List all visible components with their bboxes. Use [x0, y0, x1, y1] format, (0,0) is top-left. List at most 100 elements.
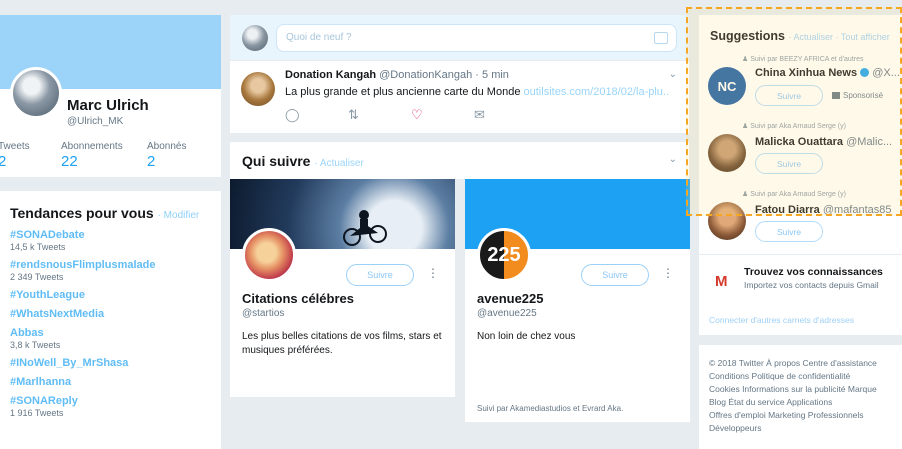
reply-icon[interactable]: ◯ — [285, 107, 348, 123]
tweet-author[interactable]: Donation Kangah — [285, 69, 376, 81]
tweet-avatar[interactable] — [241, 72, 275, 106]
find-contacts: M Trouvez vos connaissances Importez vos… — [699, 254, 902, 335]
refresh-link[interactable]: · Actualiser — [314, 158, 363, 169]
tweet-link[interactable]: outilsites.com/2018/02/la-plu... — [524, 86, 670, 98]
stat-followers[interactable]: Abonnés 2 — [147, 141, 186, 170]
user-card-avatar[interactable]: 225 — [477, 228, 531, 282]
trend-count: 1 916 Tweets — [10, 408, 64, 418]
trend-name: #SONADebate — [10, 229, 85, 241]
message-icon[interactable]: ✉ — [474, 107, 537, 123]
suggestion-name[interactable]: Malicka Ouattara @Malic... — [755, 136, 892, 148]
footer-line[interactable]: Blog État du service Applications — [709, 396, 902, 409]
stat-value: 22 — [61, 153, 78, 170]
tweet-handle[interactable]: @DonationKangah · 5 min — [379, 69, 509, 81]
stat-value: 2 — [147, 153, 156, 170]
trend-item[interactable]: #WhatsNextMedia — [10, 308, 221, 320]
stat-label: Tweets — [0, 141, 30, 152]
user-card-handle[interactable]: @avenue225 — [477, 308, 537, 319]
suggestions-card: Suggestions · Actualiser · Tout afficher… — [699, 15, 902, 335]
trend-name: #INoWell_By_MrShasa — [10, 357, 129, 369]
user-card[interactable]: 225 Suivre ⋮ avenue225 @avenue225 Non lo… — [465, 179, 690, 422]
chevron-down-icon[interactable]: ⌄ — [669, 154, 677, 165]
follow-button[interactable]: Suivre — [755, 85, 823, 106]
trend-name: Abbas — [10, 327, 44, 339]
suggestions-actions[interactable]: · Actualiser · Tout afficher — [789, 32, 890, 42]
more-options-icon[interactable]: ⋮ — [662, 266, 674, 280]
chevron-down-icon[interactable]: ⌄ — [669, 69, 677, 80]
user-card-avatar[interactable] — [242, 228, 296, 282]
trends-card: Tendances pour vous · Modifier #SONADeba… — [0, 191, 221, 449]
tweet-body: La plus grande et plus ancienne carte du… — [285, 86, 521, 98]
trend-count: 3,8 k Tweets — [10, 340, 61, 350]
suggestion-avatar[interactable] — [708, 134, 746, 172]
trend-count: 14,5 k Tweets — [10, 242, 66, 252]
profile-handle[interactable]: @Ulrich_MK — [67, 116, 123, 127]
who-to-follow-header: Qui suivre · Actualiser ⌄ — [230, 142, 689, 179]
user-card-name[interactable]: Citations célébres — [242, 291, 354, 306]
compose-placeholder: Quoi de neuf ? — [286, 31, 352, 43]
user-card-bio: Non loin de chez vous — [477, 331, 576, 342]
gmail-icon: M — [715, 273, 728, 290]
suggestion-context: ♟ Suivi par Aka Arnaud Serge (y) — [742, 191, 846, 198]
image-icon[interactable] — [654, 31, 668, 44]
footer-line[interactable]: Développeurs — [709, 422, 902, 435]
footer-line[interactable]: Cookies Informations sur la publicité Ma… — [709, 383, 902, 396]
footer-line[interactable]: Offres d'emploi Marketing Professionnels — [709, 409, 902, 422]
profile-name[interactable]: Marc Ulrich — [67, 97, 149, 114]
trends-header: Tendances pour vous · Modifier — [10, 205, 221, 221]
stat-value: 2 — [0, 153, 7, 170]
user-card[interactable]: Suivre ⋮ Citations célébres @startios Le… — [230, 179, 455, 397]
stat-following[interactable]: Abonnements 22 — [61, 141, 123, 170]
timeline: Quoi de neuf ? Donation Kangah @Donation… — [230, 15, 689, 133]
trends-change-link[interactable]: · Modifier — [158, 210, 200, 221]
trend-name: #WhatsNextMedia — [10, 308, 105, 320]
footer-line[interactable]: Conditions Politique de confidentialité — [709, 370, 902, 383]
trend-item[interactable]: #INoWell_By_MrShasa — [10, 357, 221, 369]
retweet-icon[interactable]: ⇅ — [348, 107, 411, 123]
follow-button[interactable]: Suivre — [755, 221, 823, 242]
compose-avatar — [242, 24, 268, 51]
suggestions-header: Suggestions · Actualiser · Tout afficher — [699, 15, 902, 43]
user-card-bio: Les plus belles citations de vos films, … — [242, 331, 442, 356]
trend-item[interactable]: #Marlhanna — [10, 376, 221, 388]
user-card-name[interactable]: avenue225 — [477, 291, 544, 306]
suggestion-context: ♟ Suivi par BEEZY AFRICA et d'autres — [742, 56, 864, 63]
profile-card: Marc Ulrich @Ulrich_MK Tweets 2 Abonneme… — [0, 15, 221, 177]
verified-badge-icon — [860, 68, 870, 77]
trend-name: #rendsnousFlimplusmalade — [10, 259, 156, 271]
suggestion-name[interactable]: Fatou Diarra @mafantas85 — [755, 204, 892, 216]
profile-avatar[interactable] — [10, 67, 62, 119]
follow-button[interactable]: Suivre — [346, 264, 414, 286]
footer-line[interactable]: © 2018 Twitter À propos Centre d'assista… — [709, 357, 902, 370]
who-to-follow: Qui suivre · Actualiser ⌄ Suivre ⋮ Citat… — [230, 142, 690, 449]
contacts-subtitle: Importez vos contacts depuis Gmail — [744, 280, 879, 290]
trend-item[interactable]: #SONADebate 14,5 k Tweets — [10, 229, 221, 252]
tweet-header: Donation Kangah @DonationKangah · 5 min — [285, 69, 677, 81]
who-to-follow-title: Qui suivre — [242, 153, 311, 169]
trend-item[interactable]: #rendsnousFlimplusmalade 2 349 Tweets — [10, 259, 221, 282]
follow-button[interactable]: Suivre — [755, 153, 823, 174]
trend-item[interactable]: #YouthLeague — [10, 289, 221, 301]
like-icon[interactable]: ♡ — [411, 107, 474, 123]
followed-by-text[interactable]: Suivi par Akamediastudios et Evrard Aka. — [477, 404, 623, 413]
sponsored-icon — [832, 92, 840, 99]
user-card-handle[interactable]: @startios — [242, 308, 284, 319]
more-options-icon[interactable]: ⋮ — [427, 266, 439, 280]
suggestion-avatar[interactable] — [708, 202, 746, 240]
tweet-text: La plus grande et plus ancienne carte du… — [285, 86, 670, 98]
compose-input[interactable]: Quoi de neuf ? — [276, 23, 677, 52]
suggestion-name[interactable]: China Xinhua News @X... — [755, 67, 900, 79]
trend-name: #Marlhanna — [10, 376, 72, 388]
follow-button[interactable]: Suivre — [581, 264, 649, 286]
suggestion-avatar[interactable]: NC — [708, 67, 746, 105]
trends-title: Tendances pour vous — [10, 205, 154, 221]
contacts-title[interactable]: Trouvez vos connaissances — [744, 266, 883, 278]
stat-tweets[interactable]: Tweets 2 — [0, 141, 30, 170]
trend-count: 2 349 Tweets — [10, 272, 64, 282]
stat-label: Abonnements — [61, 141, 123, 152]
trend-item[interactable]: Abbas 3,8 k Tweets — [10, 327, 221, 350]
contacts-link[interactable]: Connecter d'autres carnets d'adresses — [709, 315, 854, 325]
trend-item[interactable]: #SONAReply 1 916 Tweets — [10, 395, 221, 418]
tweet[interactable]: Donation Kangah @DonationKangah · 5 min … — [230, 61, 689, 133]
trend-name: #YouthLeague — [10, 289, 85, 301]
